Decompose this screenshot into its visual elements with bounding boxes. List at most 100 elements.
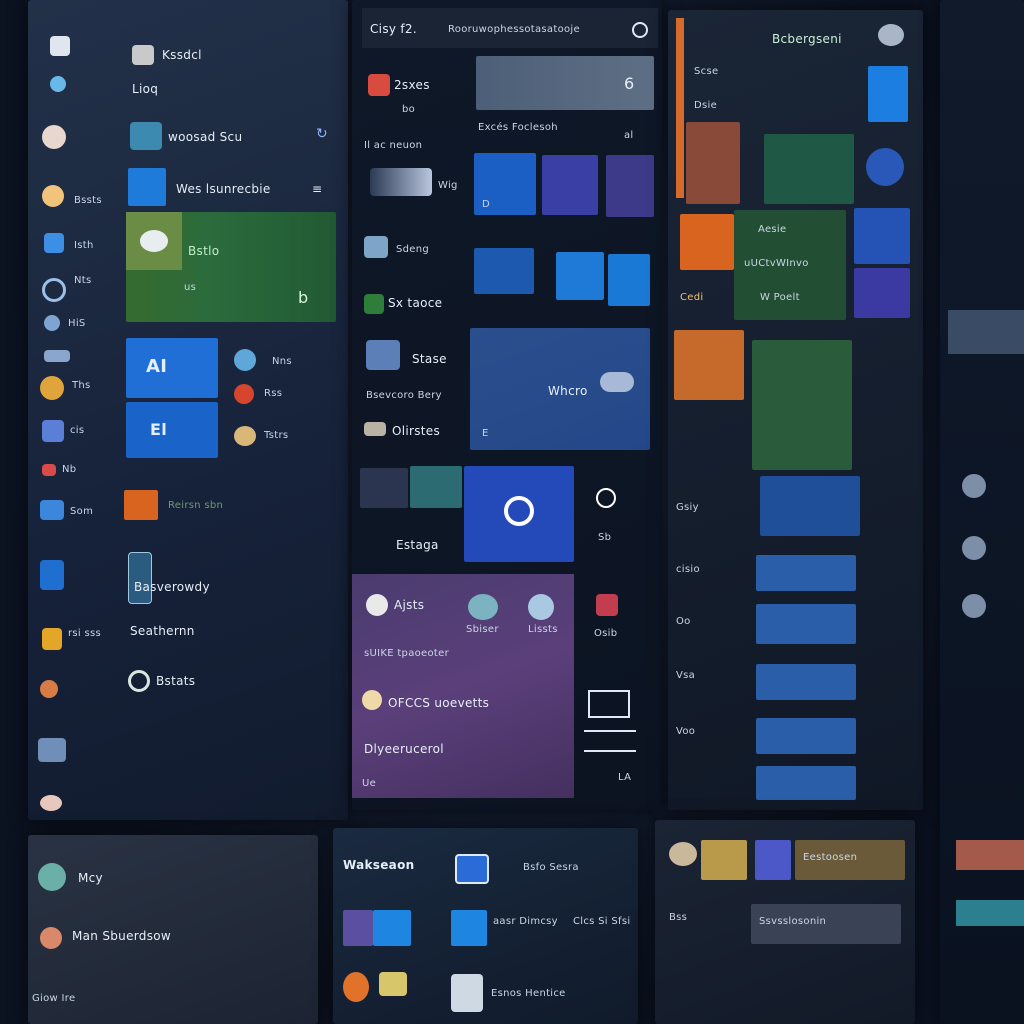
- tile[interactable]: [451, 910, 487, 946]
- list-item-label[interactable]: Dlyeerucerol: [364, 742, 444, 756]
- list-item-label[interactable]: Sbiser: [466, 624, 499, 635]
- list-item-label[interactable]: Lissts: [528, 624, 558, 635]
- list-item-label[interactable]: Clcs Si Sfsi: [573, 916, 630, 927]
- list-item-label[interactable]: Osib: [594, 628, 617, 639]
- chat-icon[interactable]: [40, 795, 62, 811]
- edge-icon[interactable]: [234, 349, 256, 371]
- list-item-label[interactable]: Giow Ire: [32, 993, 75, 1004]
- list-item-label[interactable]: Il ac neuon: [364, 140, 422, 151]
- tile[interactable]: [542, 155, 598, 215]
- cookie-icon[interactable]: [366, 594, 388, 616]
- robot-icon[interactable]: [362, 690, 382, 710]
- app-icon[interactable]: [50, 36, 70, 56]
- weather-icon[interactable]: [364, 236, 388, 258]
- list-item-label[interactable]: Bsevcoro Bery: [366, 390, 442, 401]
- circle-app-icon[interactable]: [50, 76, 66, 92]
- green-tile[interactable]: Aesie uUCtvWInvo W Poelt: [734, 210, 846, 320]
- tile[interactable]: [343, 910, 373, 946]
- tile[interactable]: [956, 900, 1024, 926]
- cortana-icon[interactable]: [128, 168, 166, 206]
- list-item-label[interactable]: sUIKE tpaoeoter: [364, 648, 449, 659]
- tile[interactable]: [756, 555, 856, 591]
- list-item-label[interactable]: OFCCS uoevetts: [388, 696, 489, 710]
- app-icon[interactable]: [878, 24, 904, 46]
- list-item-label[interactable]: Seathernn: [130, 624, 195, 638]
- list-item-label[interactable]: Esnos Hentice: [491, 988, 566, 999]
- list-item-label[interactable]: Scse: [694, 66, 718, 77]
- calendar-icon[interactable]: [588, 690, 630, 718]
- tile[interactable]: [854, 268, 910, 318]
- app-icon[interactable]: [962, 594, 986, 618]
- tile[interactable]: [686, 122, 740, 204]
- tile[interactable]: [752, 340, 852, 470]
- tile[interactable]: [556, 252, 604, 300]
- tile[interactable]: [373, 910, 411, 946]
- wide-tile[interactable]: 6: [476, 56, 654, 110]
- tile[interactable]: [606, 155, 654, 217]
- list-item-label[interactable]: woosad Scu: [168, 130, 242, 144]
- network-icon[interactable]: [40, 927, 62, 949]
- red-app-icon[interactable]: [42, 464, 56, 476]
- tile[interactable]: [755, 840, 791, 880]
- shield-icon[interactable]: [451, 974, 483, 1012]
- list-item-label[interactable]: Man Sbuerdsow: [72, 929, 171, 943]
- face-icon[interactable]: [410, 466, 462, 508]
- tile[interactable]: [956, 840, 1024, 870]
- list-item-label[interactable]: Cedi: [680, 292, 703, 303]
- side-item-label[interactable]: Tstrs: [264, 430, 288, 441]
- app-icon[interactable]: [528, 594, 554, 620]
- list-item-label[interactable]: Kssdcl: [162, 48, 202, 62]
- list-item-label[interactable]: aasr Dimcsy: [493, 916, 558, 927]
- list-item[interactable]: Oo: [676, 616, 691, 627]
- list-item-label[interactable]: Bstats: [156, 674, 195, 688]
- blue-tile[interactable]: El: [126, 402, 218, 458]
- list-item-label[interactable]: Sx taoce: [388, 296, 442, 310]
- ring-icon[interactable]: [128, 670, 150, 692]
- list-item-label[interactable]: Wakseaon: [343, 858, 414, 872]
- tile[interactable]: [756, 604, 856, 644]
- orange-app-icon[interactable]: [124, 490, 158, 520]
- app-icon[interactable]: [962, 474, 986, 498]
- orange-tile[interactable]: [680, 214, 734, 270]
- game-icon[interactable]: [40, 680, 58, 698]
- list-item-label[interactable]: Sdeng: [396, 244, 429, 255]
- app-icon[interactable]: [343, 972, 369, 1002]
- folder-icon[interactable]: [40, 500, 64, 520]
- settings-icon[interactable]: [44, 350, 70, 362]
- blue-tile[interactable]: AI: [126, 338, 218, 398]
- doc-icon[interactable]: [364, 422, 386, 436]
- header-left[interactable]: Cisy f2.: [370, 22, 417, 36]
- list-item-label[interactable]: Wes lsunrecbie: [176, 182, 271, 196]
- list-item-label[interactable]: Mcy: [78, 871, 103, 885]
- app-icon[interactable]: [132, 45, 154, 65]
- green-tile[interactable]: Bstlo us b: [126, 212, 336, 322]
- list-item[interactable]: Voo: [676, 726, 695, 737]
- list-item-label[interactable]: Dsie: [694, 100, 717, 111]
- tile[interactable]: [608, 254, 650, 306]
- app-icon[interactable]: [379, 972, 407, 996]
- list-item[interactable]: Gsiy: [676, 502, 699, 513]
- camera-icon[interactable]: [38, 738, 66, 762]
- list-item[interactable]: cisio: [676, 564, 700, 575]
- tile[interactable]: [764, 134, 854, 204]
- swirl-icon[interactable]: [596, 488, 616, 508]
- circle-icon[interactable]: [42, 278, 66, 302]
- window-icon[interactable]: [455, 854, 489, 884]
- tile[interactable]: [866, 148, 904, 186]
- large-blue-tile[interactable]: Whcro E: [470, 328, 650, 450]
- tile[interactable]: [760, 476, 860, 536]
- app-icon[interactable]: [962, 536, 986, 560]
- list-item-label[interactable]: LA: [618, 772, 631, 783]
- file-icon[interactable]: [40, 560, 64, 590]
- grid-icon[interactable]: [44, 233, 64, 253]
- tile[interactable]: [474, 248, 534, 294]
- list-item-label[interactable]: Ue: [362, 778, 376, 789]
- tile[interactable]: Eestoosen: [795, 840, 905, 880]
- app-icon[interactable]: [669, 842, 697, 866]
- list-item-label[interactable]: Wig: [438, 180, 458, 191]
- tile[interactable]: [868, 66, 908, 122]
- focus-tile[interactable]: [464, 466, 574, 562]
- list-item-label[interactable]: Reirsn sbn: [168, 500, 223, 511]
- tile[interactable]: [948, 310, 1024, 354]
- mail-icon[interactable]: [42, 420, 64, 442]
